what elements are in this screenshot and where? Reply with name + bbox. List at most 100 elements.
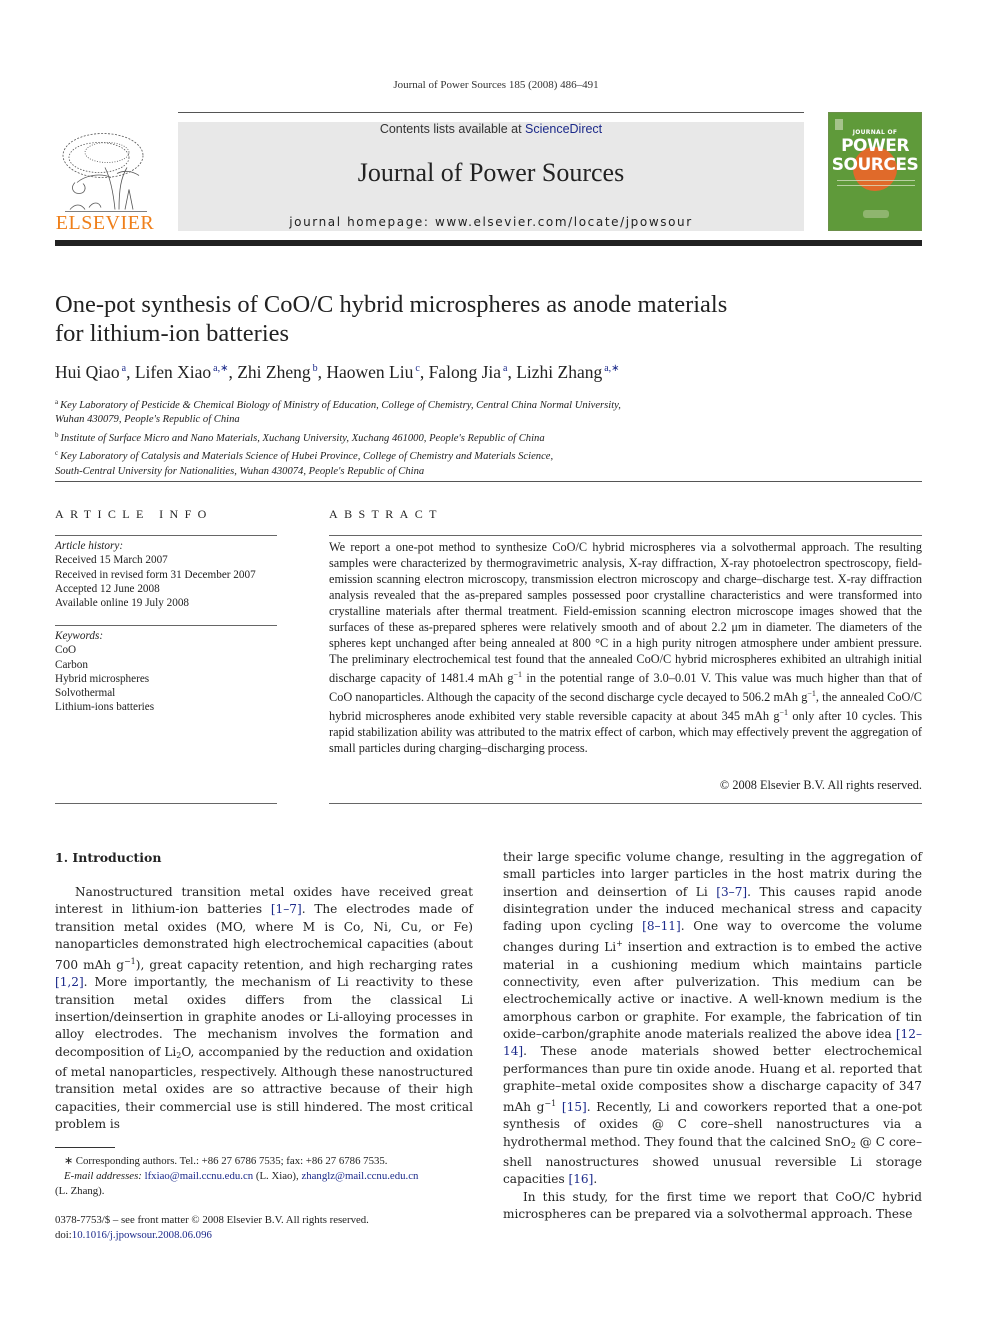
body-column-right: their large specific volume change, resu… bbox=[503, 849, 922, 1223]
paragraph: Nanostructured transition metal oxides h… bbox=[55, 884, 473, 1133]
email-link-xiao[interactable]: lfxiao@mail.ccnu.edu.cn bbox=[145, 1170, 254, 1182]
author-list: Hui Qiao a, Lifen Xiao a,∗, Zhi Zheng b, Ha… bbox=[55, 362, 855, 383]
superscript: −1 bbox=[513, 670, 523, 679]
affiliations: a Key Laboratory of Pesticide & Chemical … bbox=[55, 395, 755, 479]
cover-publisher-mark bbox=[863, 210, 889, 218]
cover-subtitle bbox=[837, 180, 915, 186]
section-rule bbox=[55, 481, 922, 482]
abstract-part: We report a one-pot method to synthesize… bbox=[329, 540, 922, 685]
affiliation-line: Institute of Surface Micro and Nano Mate… bbox=[60, 432, 545, 444]
author-affiliation-mark[interactable]: a,∗ bbox=[213, 363, 228, 374]
text: insertion and extraction is to embed the… bbox=[503, 940, 922, 1041]
author-separator: , bbox=[228, 362, 238, 382]
citation-link[interactable]: [3–7] bbox=[716, 885, 747, 899]
footnotes: ∗ Corresponding authors. Tel.: +86 27 67… bbox=[55, 1154, 475, 1199]
article-history: Article history: Received 15 March 2007 … bbox=[55, 539, 285, 610]
superscript: −1 bbox=[779, 708, 789, 717]
superscript: −1 bbox=[807, 689, 816, 698]
email-link-zhang[interactable]: zhanglz@mail.ccnu.edu.cn bbox=[301, 1170, 418, 1182]
cover-top-text: JOURNAL OF bbox=[852, 129, 898, 136]
issn-line: 0378-7753/$ – see front matter © 2008 El… bbox=[55, 1214, 369, 1226]
citation-link[interactable]: [1–7] bbox=[271, 902, 302, 916]
citation-link[interactable]: [1,2] bbox=[55, 975, 84, 989]
citation-link[interactable]: [8–11] bbox=[642, 919, 681, 933]
cover-title-line2: SOURCES bbox=[831, 155, 919, 175]
journal-title: Journal of Power Sources bbox=[357, 158, 625, 187]
history-item: Available online 19 July 2008 bbox=[55, 597, 190, 610]
history-item: Accepted 12 June 2008 bbox=[55, 582, 160, 595]
keyword: Carbon bbox=[55, 658, 88, 671]
superscript: −1 bbox=[123, 957, 136, 967]
affiliation-line: Wuhan 430079, People's Republic of China bbox=[55, 414, 240, 426]
running-head: Journal of Power Sources 185 (2008) 486–… bbox=[393, 79, 599, 91]
author-name: Hui Qiao bbox=[55, 362, 120, 382]
contents-available: Contents lists available at ScienceDirec… bbox=[178, 122, 804, 136]
footnote-rule bbox=[55, 1147, 115, 1148]
author-name: Falong Jia bbox=[428, 362, 502, 382]
text: . bbox=[593, 1172, 598, 1187]
keywords: Keywords: CoO Carbon Hybrid microspheres… bbox=[55, 629, 285, 715]
elsevier-wordmark: ELSEVIER bbox=[55, 212, 155, 234]
header-rule bbox=[178, 112, 804, 113]
info-rule bbox=[55, 625, 277, 626]
citation-link[interactable]: [15] bbox=[562, 1100, 587, 1114]
journal-homepage[interactable]: journal homepage: www.elsevier.com/locat… bbox=[178, 215, 804, 229]
abstract-rule bbox=[329, 535, 922, 536]
affiliation: b Institute of Surface Micro and Nano Mat… bbox=[55, 428, 755, 446]
paragraph: In this study, for the first time we rep… bbox=[503, 1189, 922, 1221]
email-label: E-mail addresses: bbox=[64, 1170, 145, 1182]
superscript: −1 bbox=[544, 1099, 557, 1109]
affiliation-line: Key Laboratory of Pesticide & Chemical B… bbox=[60, 400, 621, 411]
abstract-heading: ABSTRACT bbox=[329, 507, 443, 521]
affiliation: a Key Laboratory of Pesticide & Chemical … bbox=[55, 395, 755, 413]
affiliation-line: Key Laboratory of Catalysis and Material… bbox=[60, 451, 554, 463]
history-item: Received 15 March 2007 bbox=[55, 554, 168, 567]
author-name: Lizhi Zhang bbox=[516, 362, 603, 382]
abstract-rule bbox=[329, 803, 922, 804]
front-matter: 0378-7753/$ – see front matter © 2008 El… bbox=[55, 1213, 475, 1242]
author-name: Haowen Liu bbox=[326, 362, 414, 382]
abstract-text: We report a one-pot method to synthesize… bbox=[329, 539, 922, 756]
doi-line: doi:10.1016/j.jpowsour.2008.06.096 bbox=[55, 1228, 475, 1243]
info-rule bbox=[55, 535, 277, 536]
abstract-copyright: © 2008 Elsevier B.V. All rights reserved… bbox=[719, 778, 922, 792]
author-separator: , bbox=[419, 362, 429, 382]
author-name: Zhi Zheng bbox=[237, 362, 311, 382]
article-info-heading: ARTICLE INFO bbox=[55, 507, 213, 521]
keywords-label: Keywords: bbox=[55, 630, 104, 642]
email-owner: (L. Xiao), bbox=[253, 1170, 302, 1182]
history-label: Article history: bbox=[55, 540, 124, 552]
affiliation-mark: c bbox=[55, 449, 59, 458]
title-line-2: for lithium-ion batteries bbox=[55, 320, 290, 347]
citation-link[interactable]: [16] bbox=[569, 1172, 594, 1186]
cover-title: POWER SOURCES bbox=[829, 137, 921, 175]
keyword: Solvothermal bbox=[55, 687, 116, 700]
doi-link[interactable]: 10.1016/j.jpowsour.2008.06.096 bbox=[72, 1229, 212, 1241]
affiliation-mark: a bbox=[55, 398, 59, 406]
history-item: Received in revised form 31 December 200… bbox=[55, 568, 256, 581]
affiliation-mark: b bbox=[55, 430, 59, 439]
header-thick-rule bbox=[55, 240, 922, 246]
body-column-left: Nanostructured transition metal oxides h… bbox=[55, 884, 473, 1133]
text: ), great capacity retention, and high re… bbox=[135, 958, 473, 973]
superscript: + bbox=[616, 939, 623, 949]
author-name: Lifen Xiao bbox=[134, 362, 212, 382]
author-separator: , bbox=[507, 362, 517, 382]
journal-cover-thumbnail: JOURNAL OF POWER SOURCES bbox=[828, 112, 922, 231]
email-owner: (L. Zhang). bbox=[55, 1185, 105, 1197]
paragraph: their large specific volume change, resu… bbox=[503, 849, 922, 1189]
affiliation: c Key Laboratory of Catalysis and Materia… bbox=[55, 446, 755, 464]
keyword: Lithium-ions batteries bbox=[55, 701, 155, 714]
title-line-1: One-pot synthesis of CoO/C hybrid micros… bbox=[55, 291, 728, 318]
author-affiliation-mark[interactable]: a,∗ bbox=[604, 363, 619, 374]
affiliation-line: South-Central University for Nationaliti… bbox=[55, 465, 425, 477]
journal-banner: Contents lists available at ScienceDirec… bbox=[178, 122, 804, 231]
info-rule bbox=[55, 803, 277, 804]
author-separator: , bbox=[126, 362, 135, 382]
section-heading-introduction: 1. Introduction bbox=[55, 850, 162, 865]
contents-prefix: Contents lists available at bbox=[379, 122, 526, 136]
cover-title-line1: POWER bbox=[841, 136, 909, 156]
keyword: CoO bbox=[55, 644, 77, 657]
sciencedirect-link[interactable]: ScienceDirect bbox=[525, 122, 602, 136]
email-addresses: E-mail addresses: lfxiao@mail.ccnu.edu.c… bbox=[55, 1169, 475, 1184]
